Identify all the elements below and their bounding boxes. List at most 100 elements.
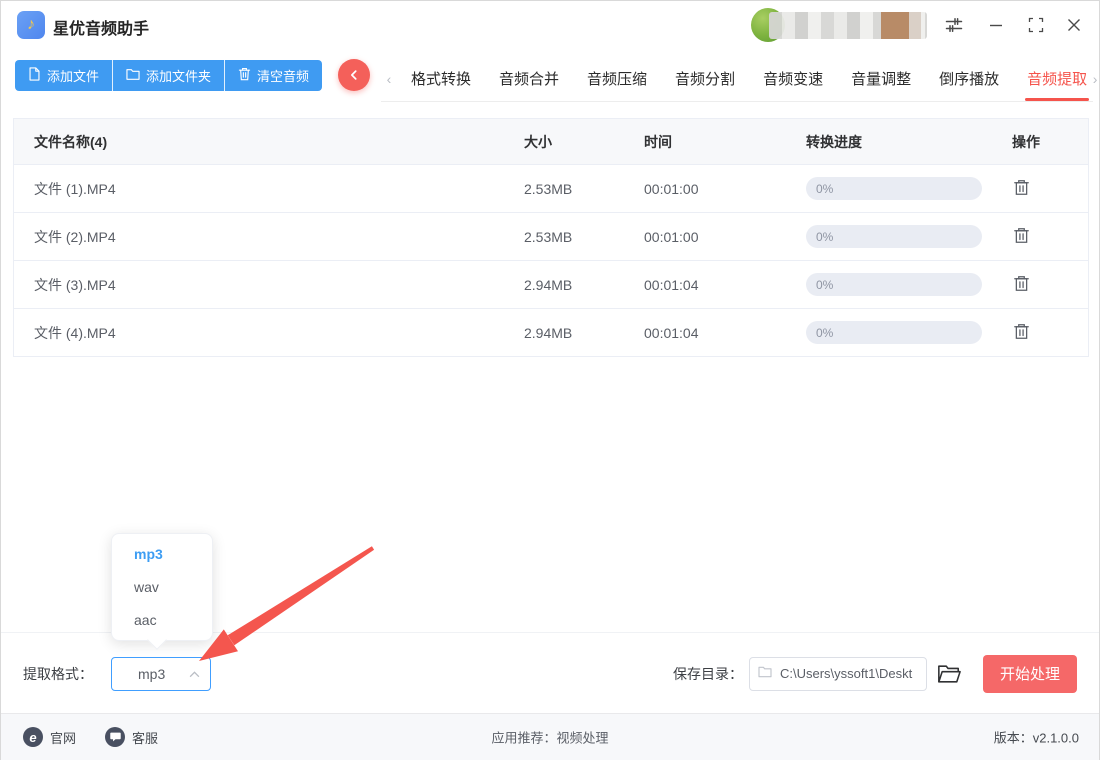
file-icon <box>28 67 41 84</box>
format-select[interactable]: mp3 <box>111 656 211 691</box>
file-actions-group: 添加文件 添加文件夹 清空音频 <box>15 60 323 91</box>
chevron-up-icon <box>189 665 200 683</box>
action-cell <box>988 178 1088 200</box>
file-size: 2.94MB <box>524 276 573 293</box>
minimize-icon[interactable] <box>984 13 1008 37</box>
add-folder-button[interactable]: 添加文件夹 <box>113 60 226 91</box>
feature-tabs: 格式转换 音频合并 音频压缩 音频分割 音频变速 音量调整 倒序播放 音频提取 <box>411 56 1090 101</box>
file-size: 2.53MB <box>524 228 573 245</box>
progress-label: 0% <box>816 277 834 292</box>
trash-icon <box>238 67 251 84</box>
folder-icon <box>126 68 140 84</box>
clear-audio-label: 清空音频 <box>257 69 310 84</box>
progress-bar: 0% <box>806 273 982 296</box>
action-cell <box>988 322 1088 344</box>
save-path-input[interactable] <box>778 665 918 682</box>
add-file-button[interactable]: 添加文件 <box>15 60 114 91</box>
delete-icon[interactable] <box>1012 274 1031 293</box>
browse-folder-icon[interactable] <box>937 663 961 685</box>
file-size: 2.53MB <box>524 180 573 197</box>
app-title: 星优音频助手 <box>53 21 150 38</box>
file-size: 2.94MB <box>524 324 573 341</box>
delete-icon[interactable] <box>1012 178 1031 197</box>
progress-label: 0% <box>816 325 834 340</box>
maximize-icon[interactable] <box>1024 13 1048 37</box>
delete-icon[interactable] <box>1012 226 1031 245</box>
format-select-value: mp3 <box>138 665 166 682</box>
format-dropdown-popup: mp3 wav aac <box>111 533 213 650</box>
scroll-tabs-left-button[interactable] <box>338 59 370 91</box>
delete-icon[interactable] <box>1012 322 1031 341</box>
file-duration: 00:01:00 <box>644 180 699 197</box>
table-row: 文件 (4).MP4 2.94MB 00:01:04 0% <box>14 309 1088 356</box>
file-duration: 00:01:00 <box>644 228 699 245</box>
action-cell <box>988 226 1088 248</box>
title-bar: ♪ 星优音频助手 <box>1 1 1099 49</box>
official-site-label: 官网 <box>50 730 77 746</box>
recommend-link[interactable]: 视频处理 <box>557 731 609 746</box>
table-header: 文件名称(4) 大小 时间 转换进度 操作 <box>14 119 1088 165</box>
version-label: 版本：v2.1.0.0 <box>993 730 1079 746</box>
app-recommend: 应用推荐：视频处理 <box>491 728 608 747</box>
tab-audio-compress[interactable]: 音频压缩 <box>587 56 647 101</box>
feature-tabs-bar: ‹ 格式转换 音频合并 音频压缩 音频分割 音频变速 音量调整 倒序播放 音频提… <box>381 56 1097 102</box>
progress-bar: 0% <box>806 321 982 344</box>
format-option-mp3[interactable]: mp3 <box>112 538 212 571</box>
table-row: 文件 (2).MP4 2.53MB 00:01:00 0% <box>14 213 1088 261</box>
header-progress: 转换进度 <box>806 133 862 150</box>
add-folder-label: 添加文件夹 <box>146 69 212 84</box>
action-cell <box>988 274 1088 296</box>
header-time: 时间 <box>644 133 672 150</box>
website-icon: e <box>23 727 43 747</box>
progress-bar: 0% <box>806 225 982 248</box>
save-path-box[interactable] <box>749 656 927 691</box>
tab-audio-split[interactable]: 音频分割 <box>675 56 735 101</box>
progress-label: 0% <box>816 181 834 196</box>
blurred-username <box>769 12 927 39</box>
official-site-link[interactable]: e 官网 <box>23 727 76 747</box>
table-row: 文件 (3).MP4 2.94MB 00:01:04 0% <box>14 261 1088 309</box>
progress-cell: 0% <box>806 225 988 248</box>
clear-audio-button[interactable]: 清空音频 <box>225 60 323 91</box>
tab-audio-extract[interactable]: 音频提取 <box>1025 56 1090 101</box>
format-label: 提取格式： <box>23 665 93 682</box>
chat-bubble-icon <box>105 727 125 747</box>
tab-audio-speed[interactable]: 音频变速 <box>763 56 823 101</box>
progress-cell: 0% <box>806 273 988 296</box>
settings-sliders-icon[interactable] <box>942 13 966 37</box>
add-file-label: 添加文件 <box>47 69 100 84</box>
progress-label: 0% <box>816 229 834 244</box>
file-name: 文件 (2).MP4 <box>34 228 116 245</box>
folder-small-icon <box>758 665 772 683</box>
progress-cell: 0% <box>806 321 988 344</box>
file-name: 文件 (1).MP4 <box>34 180 116 197</box>
table-row: 文件 (1).MP4 2.53MB 00:01:00 0% <box>14 165 1088 213</box>
header-size: 大小 <box>524 133 552 150</box>
start-process-button[interactable]: 开始处理 <box>983 654 1077 693</box>
format-option-wav[interactable]: wav <box>112 571 212 604</box>
header-file-name: 文件名称(4) <box>34 133 108 150</box>
header-action: 操作 <box>1012 133 1040 150</box>
progress-cell: 0% <box>806 177 988 200</box>
chevron-right-icon[interactable]: › <box>1087 71 1100 87</box>
format-option-aac[interactable]: aac <box>112 604 212 637</box>
customer-service-label: 客服 <box>132 730 159 746</box>
footer-bar: e 官网 客服 应用推荐：视频处理 版本：v2.1.0.0 <box>1 713 1099 760</box>
customer-service-link[interactable]: 客服 <box>105 727 158 747</box>
file-name: 文件 (3).MP4 <box>34 276 116 293</box>
recommend-label: 应用推荐： <box>491 730 557 746</box>
file-duration: 00:01:04 <box>644 276 699 293</box>
file-duration: 00:01:04 <box>644 324 699 341</box>
tab-format-convert[interactable]: 格式转换 <box>411 56 471 101</box>
app-window: ♪ 星优音频助手 添加文件 添加文件夹 清空音频 ‹ 格式转换 音频合并 音频压… <box>0 0 1100 760</box>
save-dir-label: 保存目录： <box>673 665 743 682</box>
app-logo-icon: ♪ <box>17 11 45 39</box>
close-icon[interactable] <box>1062 13 1086 37</box>
chevron-left-icon[interactable]: ‹ <box>381 71 397 87</box>
tab-volume-adjust[interactable]: 音量调整 <box>851 56 911 101</box>
file-table: 文件名称(4) 大小 时间 转换进度 操作 文件 (1).MP4 2.53MB … <box>13 118 1089 357</box>
tab-reverse-play[interactable]: 倒序播放 <box>939 56 999 101</box>
bottom-control-bar: 提取格式： mp3 保存目录： 开始处理 <box>1 632 1099 714</box>
file-name: 文件 (4).MP4 <box>34 324 116 341</box>
tab-audio-merge[interactable]: 音频合并 <box>499 56 559 101</box>
